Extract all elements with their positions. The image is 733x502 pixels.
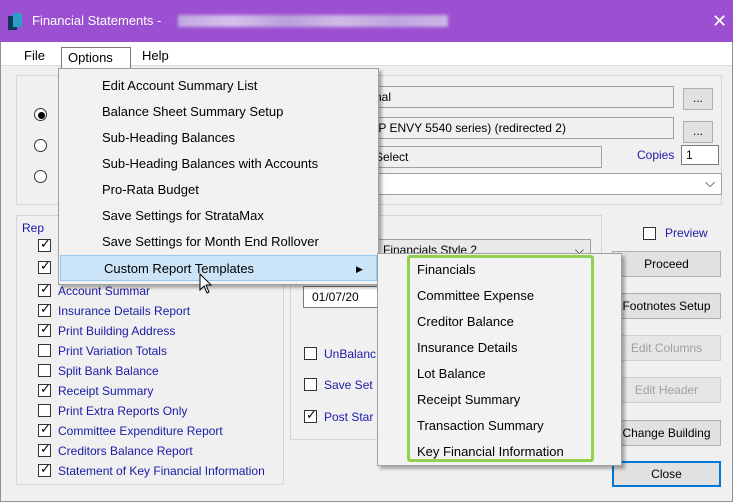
menu-item-edit-account-summary[interactable]: Edit Account Summary List [59, 73, 379, 99]
radio-option-1[interactable] [34, 108, 47, 121]
edit-columns-button[interactable]: Edit Columns [612, 335, 721, 361]
checkbox-split-bank-balance[interactable] [38, 364, 51, 377]
label-print-variation-totals: Print Variation Totals [58, 344, 167, 358]
checkbox-preview[interactable] [643, 227, 656, 240]
report-checkbox-hidden-2[interactable]: ✓ [38, 258, 51, 274]
checkbox-receipt-summary[interactable]: ✓ [38, 381, 51, 397]
submenu-arrow-icon: ▶ [356, 264, 363, 274]
label-creditors-balance: Creditors Balance Report [58, 444, 193, 458]
close-icon[interactable]: ✕ [712, 11, 727, 32]
mouse-cursor-icon [199, 273, 213, 294]
label-key-financial-info: Statement of Key Financial Information [58, 464, 265, 478]
chevron-down-icon: ⌵ [705, 175, 715, 190]
check-icon: ✓ [40, 461, 51, 476]
printer-field: IP ENVY 5540 series) (redirected 2) [370, 117, 674, 139]
label-committee-expenditure: Committee Expenditure Report [58, 424, 223, 438]
checkbox-unbalanced[interactable] [304, 347, 317, 360]
checkbox-insurance-details[interactable]: ✓ [38, 301, 51, 317]
menu-item-pro-rata-budget[interactable]: Pro-Rata Budget [59, 177, 379, 203]
custom-report-templates-label: Custom Report Templates [104, 261, 255, 276]
check-icon: ✓ [40, 421, 51, 436]
radio-option-3[interactable] [34, 170, 47, 183]
report-checkbox-hidden-1[interactable]: ✓ [38, 236, 51, 252]
redacted-title-detail [178, 15, 448, 27]
output-dropdown[interactable]: ⌵ [370, 173, 722, 195]
menu-item-balance-sheet-summary[interactable]: Balance Sheet Summary Setup [59, 99, 379, 125]
app-icon [8, 13, 22, 30]
menu-options[interactable]: Options [61, 47, 131, 69]
label-split-bank-balance: Split Bank Balance [58, 364, 159, 378]
label-print-extra-reports: Print Extra Reports Only [58, 404, 188, 418]
radio-selected-dot [38, 112, 45, 119]
window-title: Financial Statements - [32, 13, 162, 28]
menu-item-save-settings-stratamax[interactable]: Save Settings for StrataMax [59, 203, 379, 229]
check-icon: ✓ [40, 236, 51, 251]
menu-item-custom-report-templates[interactable]: Custom Report Templates ▶ [60, 255, 377, 281]
close-button[interactable]: Close [612, 461, 721, 487]
label-save-settings: Save Set [324, 378, 373, 392]
label-post-standard: Post Star [324, 410, 374, 424]
checkbox-save-settings[interactable] [304, 378, 317, 391]
label-account-summary: Account Summar [58, 284, 151, 298]
checkbox-committee-expenditure[interactable]: ✓ [38, 421, 51, 437]
check-icon: ✓ [306, 407, 317, 422]
menu-help[interactable]: Help [136, 46, 175, 68]
browse-button-1[interactable]: ... [683, 88, 713, 110]
label-preview: Preview [665, 226, 708, 240]
copies-label: Copies [637, 148, 675, 162]
change-building-button[interactable]: Change Building [612, 420, 721, 446]
label-insurance-details: Insurance Details Report [58, 304, 191, 318]
check-icon: ✓ [40, 258, 51, 273]
footnotes-setup-button[interactable]: Footnotes Setup [612, 293, 721, 319]
label-unbalanced: UnBalanc [324, 347, 377, 361]
green-highlight-box [407, 255, 594, 462]
reports-group-label: Rep [22, 221, 45, 235]
checkbox-post-standard[interactable]: ✓ [304, 407, 317, 423]
label-receipt-summary: Receipt Summary [58, 384, 154, 398]
edit-header-button[interactable]: Edit Header [612, 377, 721, 403]
check-icon: ✓ [40, 381, 51, 396]
copies-input[interactable]: 1 [681, 145, 719, 165]
menu-item-sub-heading-balances-accounts[interactable]: Sub-Heading Balances with Accounts [59, 151, 379, 177]
radio-option-2[interactable] [34, 139, 47, 152]
check-icon: ✓ [40, 301, 51, 316]
checkbox-account-summary[interactable]: ✓ [38, 281, 51, 297]
check-icon: ✓ [40, 441, 51, 456]
check-icon: ✓ [40, 281, 51, 296]
options-dropdown-menu: Edit Account Summary List Balance Sheet … [58, 68, 379, 285]
checkbox-key-financial-info[interactable]: ✓ [38, 461, 51, 477]
checkbox-print-variation-totals[interactable] [38, 344, 51, 357]
menu-item-save-settings-month-end[interactable]: Save Settings for Month End Rollover [59, 229, 379, 255]
checkbox-print-building-address[interactable]: ✓ [38, 321, 51, 337]
checkbox-creditors-balance[interactable]: ✓ [38, 441, 51, 457]
checkbox-print-extra-reports[interactable] [38, 404, 51, 417]
menu-file[interactable]: File [18, 46, 51, 68]
menu-item-sub-heading-balances[interactable]: Sub-Heading Balances [59, 125, 379, 151]
label-print-building-address: Print Building Address [58, 324, 176, 338]
tray-select-field: Select [370, 146, 602, 168]
proceed-button[interactable]: Proceed [612, 251, 721, 277]
browse-button-2[interactable]: ... [683, 121, 713, 143]
output-field-1: nal [370, 86, 674, 108]
date-input[interactable]: 01/07/20 [303, 286, 383, 308]
check-icon: ✓ [40, 321, 51, 336]
